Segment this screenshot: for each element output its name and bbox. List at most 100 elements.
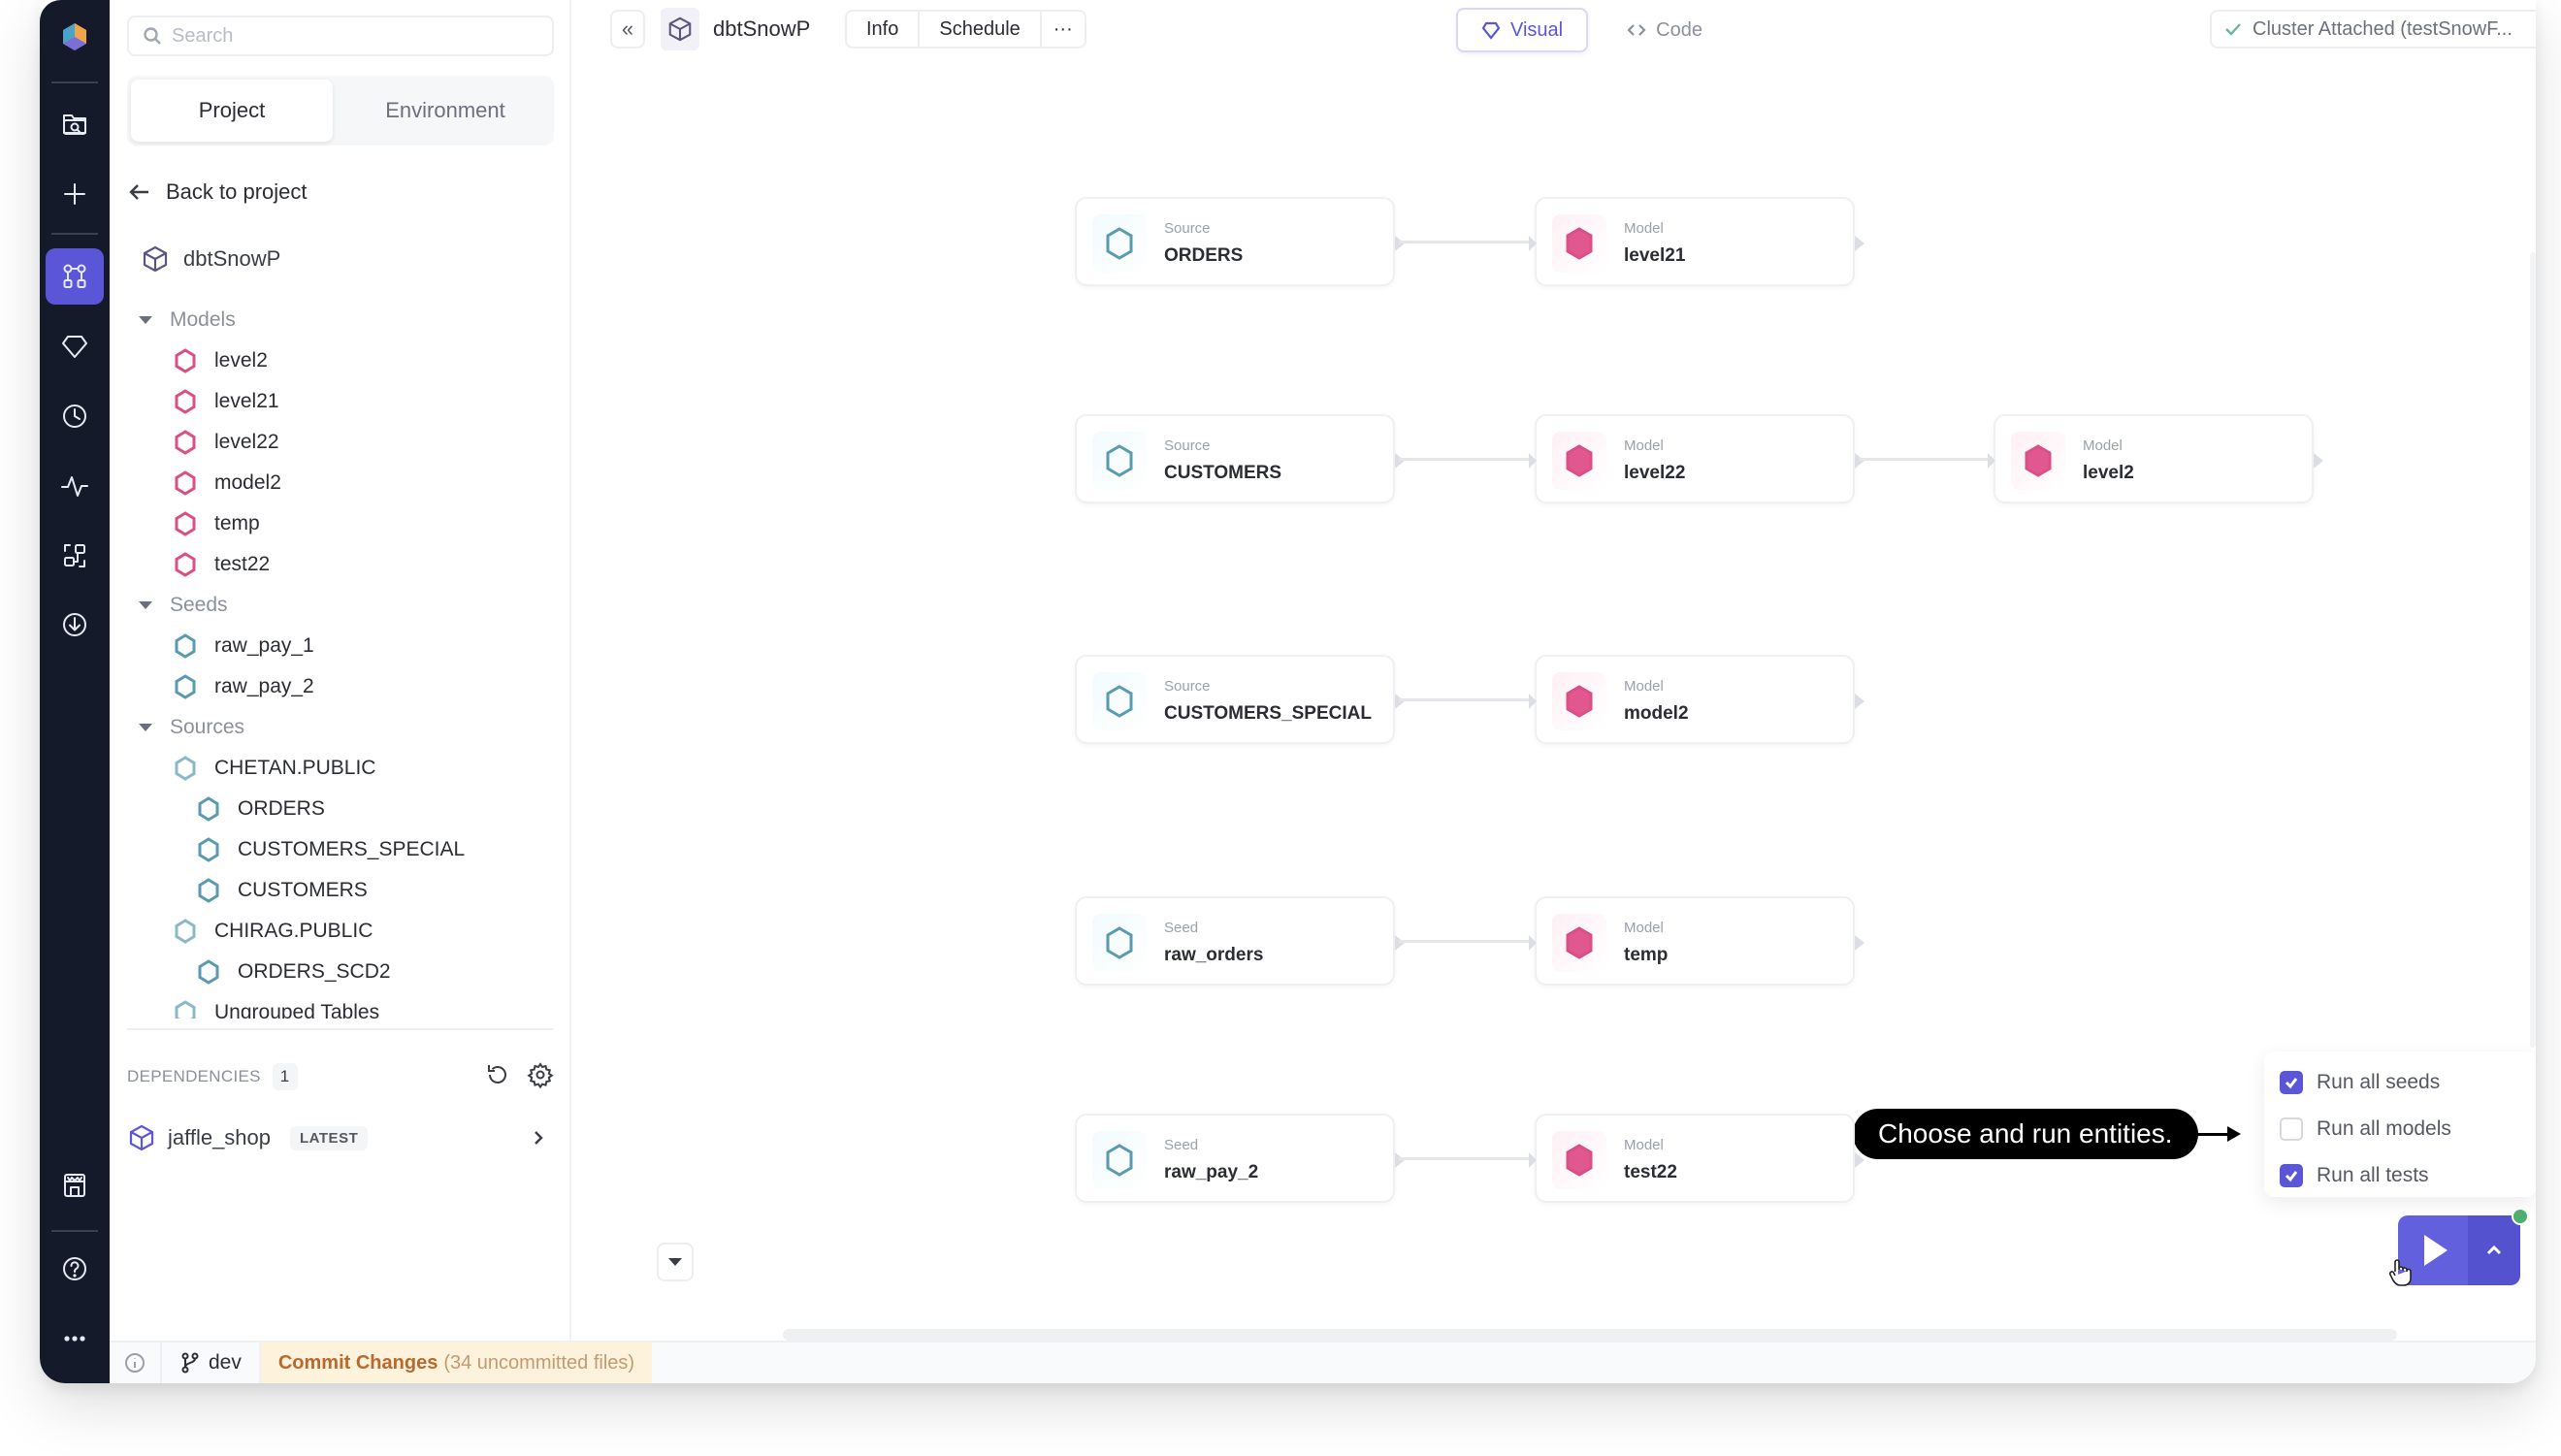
cluster-selector[interactable]: Cluster Attached (testSnowF... [2210,10,2536,49]
output-port[interactable] [2314,453,2323,469]
run-all-tests-option[interactable]: Run all tests [2280,1158,2429,1193]
tree-item-seed[interactable]: raw_pay_1 [174,627,314,665]
search-input[interactable]: Search [127,16,554,56]
graph-edge [1859,458,1990,461]
vertical-scrollbar[interactable] [2530,252,2536,1048]
tree-group-sources[interactable]: Sources [139,708,244,747]
project-item[interactable]: dbtSnowP [141,244,280,274]
tree-item-source[interactable]: CUSTOMERS [197,871,368,910]
checkbox-checked[interactable] [2280,1071,2303,1094]
graph-node-source[interactable]: Seed raw_orders [1075,896,1405,986]
reload-icon[interactable] [484,1061,511,1088]
output-port[interactable] [1855,1152,1864,1168]
folder-search-icon[interactable] [51,101,98,147]
graph-node-source[interactable]: Source CUSTOMERS [1075,414,1405,503]
gem-icon[interactable] [51,323,98,370]
input-port[interactable] [1529,453,1537,469]
canvas-options-toggle[interactable] [657,1243,694,1281]
dependency-item[interactable]: jaffle_shop LATEST [127,1123,554,1152]
help-icon[interactable] [51,1246,98,1292]
lineage-icon[interactable] [51,533,98,579]
tree-item-model[interactable]: test22 [174,545,270,584]
tree-item-model[interactable]: level21 [174,382,279,421]
more-options-button[interactable]: ··· [1042,12,1085,47]
code-view-button[interactable]: Code [1604,8,1726,52]
tree-item-model[interactable]: model2 [174,464,281,502]
graph-node-source[interactable]: Source CUSTOMERS_SPECIAL [1075,655,1405,744]
input-port[interactable] [1529,236,1537,251]
graph-node-source[interactable]: Source ORDERS [1075,197,1405,286]
input-port[interactable] [1988,453,1995,469]
cube-icon [129,1124,154,1151]
marketplace-icon[interactable] [51,1162,98,1209]
pipeline-canvas[interactable]: Run all seeds Run all models Run all tes… [571,58,2536,1341]
tree-source-schema[interactable]: CHIRAG.PUBLIC [174,912,373,951]
tree-item-model[interactable]: temp [174,504,260,543]
input-port[interactable] [1529,1152,1537,1168]
back-to-project-link[interactable]: Back to project [127,179,308,205]
graph-node-model[interactable]: Model level22 [1529,414,1864,503]
output-port[interactable] [1855,935,1864,951]
output-port[interactable] [1855,236,1864,251]
graph-node-model[interactable]: Model level21 [1529,197,1864,286]
run-options-toggle[interactable] [2468,1215,2520,1285]
run-all-seeds-option[interactable]: Run all seeds [2280,1065,2440,1100]
tree-source-schema[interactable]: CHETAN.PUBLIC [174,749,375,788]
activity-icon[interactable] [51,463,98,509]
graph-node-model[interactable]: Model test22 [1529,1114,1864,1203]
tree-group-models[interactable]: Models [139,301,236,340]
tab-project[interactable]: Project [131,80,333,142]
graph-edge [1399,940,1531,943]
info-button[interactable] [110,1342,162,1383]
node-name: temp [1624,945,1669,965]
output-port[interactable] [1395,236,1405,251]
model-hexagon-icon [1566,1144,1593,1177]
checkbox-checked[interactable] [2280,1164,2303,1187]
tree-item-label: CUSTOMERS_SPECIAL [238,838,466,860]
input-port[interactable] [1529,935,1537,951]
graph-node-model[interactable]: Model temp [1529,896,1864,986]
logo-icon[interactable] [51,14,98,60]
model-hexagon-icon [175,552,196,577]
tree-item-model[interactable]: level2 [174,341,268,380]
info-button[interactable]: Info [847,12,921,47]
output-port[interactable] [1395,453,1405,469]
plus-icon[interactable] [51,171,98,217]
output-port[interactable] [1855,694,1864,709]
output-port[interactable] [1395,935,1405,951]
visual-view-button[interactable]: Visual [1456,8,1589,52]
tree-item-model[interactable]: level22 [174,423,279,462]
collapse-sidebar-button[interactable]: « [610,10,645,49]
gear-icon[interactable] [527,1061,554,1088]
check-icon [2285,1171,2298,1182]
output-port[interactable] [1395,1152,1405,1168]
commit-changes-button[interactable]: Commit Changes (34 uncommitted files) [260,1342,653,1383]
tab-environment[interactable]: Environment [344,80,546,142]
tree-item-source[interactable]: ORDERS [197,790,325,828]
graph-node-source[interactable]: Seed raw_pay_2 [1075,1114,1405,1203]
graph-icon[interactable] [46,248,104,305]
tree-item-source[interactable]: ORDERS_SCD2 [197,953,391,991]
graph-node-model[interactable]: Model level2 [1988,414,2323,503]
run-all-models-option[interactable]: Run all models [2280,1112,2451,1147]
app-window: Search Project Environment Back to proje… [40,0,2536,1383]
checkbox-unchecked[interactable] [2280,1117,2303,1141]
tree-item-seed[interactable]: raw_pay_2 [174,667,314,706]
tree-source-schema[interactable]: Ungrouped Tables [174,993,379,1019]
output-port[interactable] [1855,453,1864,469]
caret-down-icon [668,1258,682,1266]
horizontal-scrollbar[interactable] [783,1329,2397,1341]
branch-selector[interactable]: dev [162,1342,261,1383]
clock-icon[interactable] [51,393,98,439]
schedule-button[interactable]: Schedule [920,12,1042,47]
tree-group-label: Seeds [170,594,228,616]
node-kind: Model [1624,920,1664,936]
output-port[interactable] [1395,694,1405,709]
download-icon[interactable] [51,601,98,648]
cube-icon [668,16,692,42]
tree-group-seeds[interactable]: Seeds [139,586,228,625]
graph-node-model[interactable]: Model model2 [1529,655,1864,744]
more-icon[interactable] [51,1315,98,1362]
tree-item-source[interactable]: CUSTOMERS_SPECIAL [197,830,465,869]
input-port[interactable] [1529,694,1537,709]
